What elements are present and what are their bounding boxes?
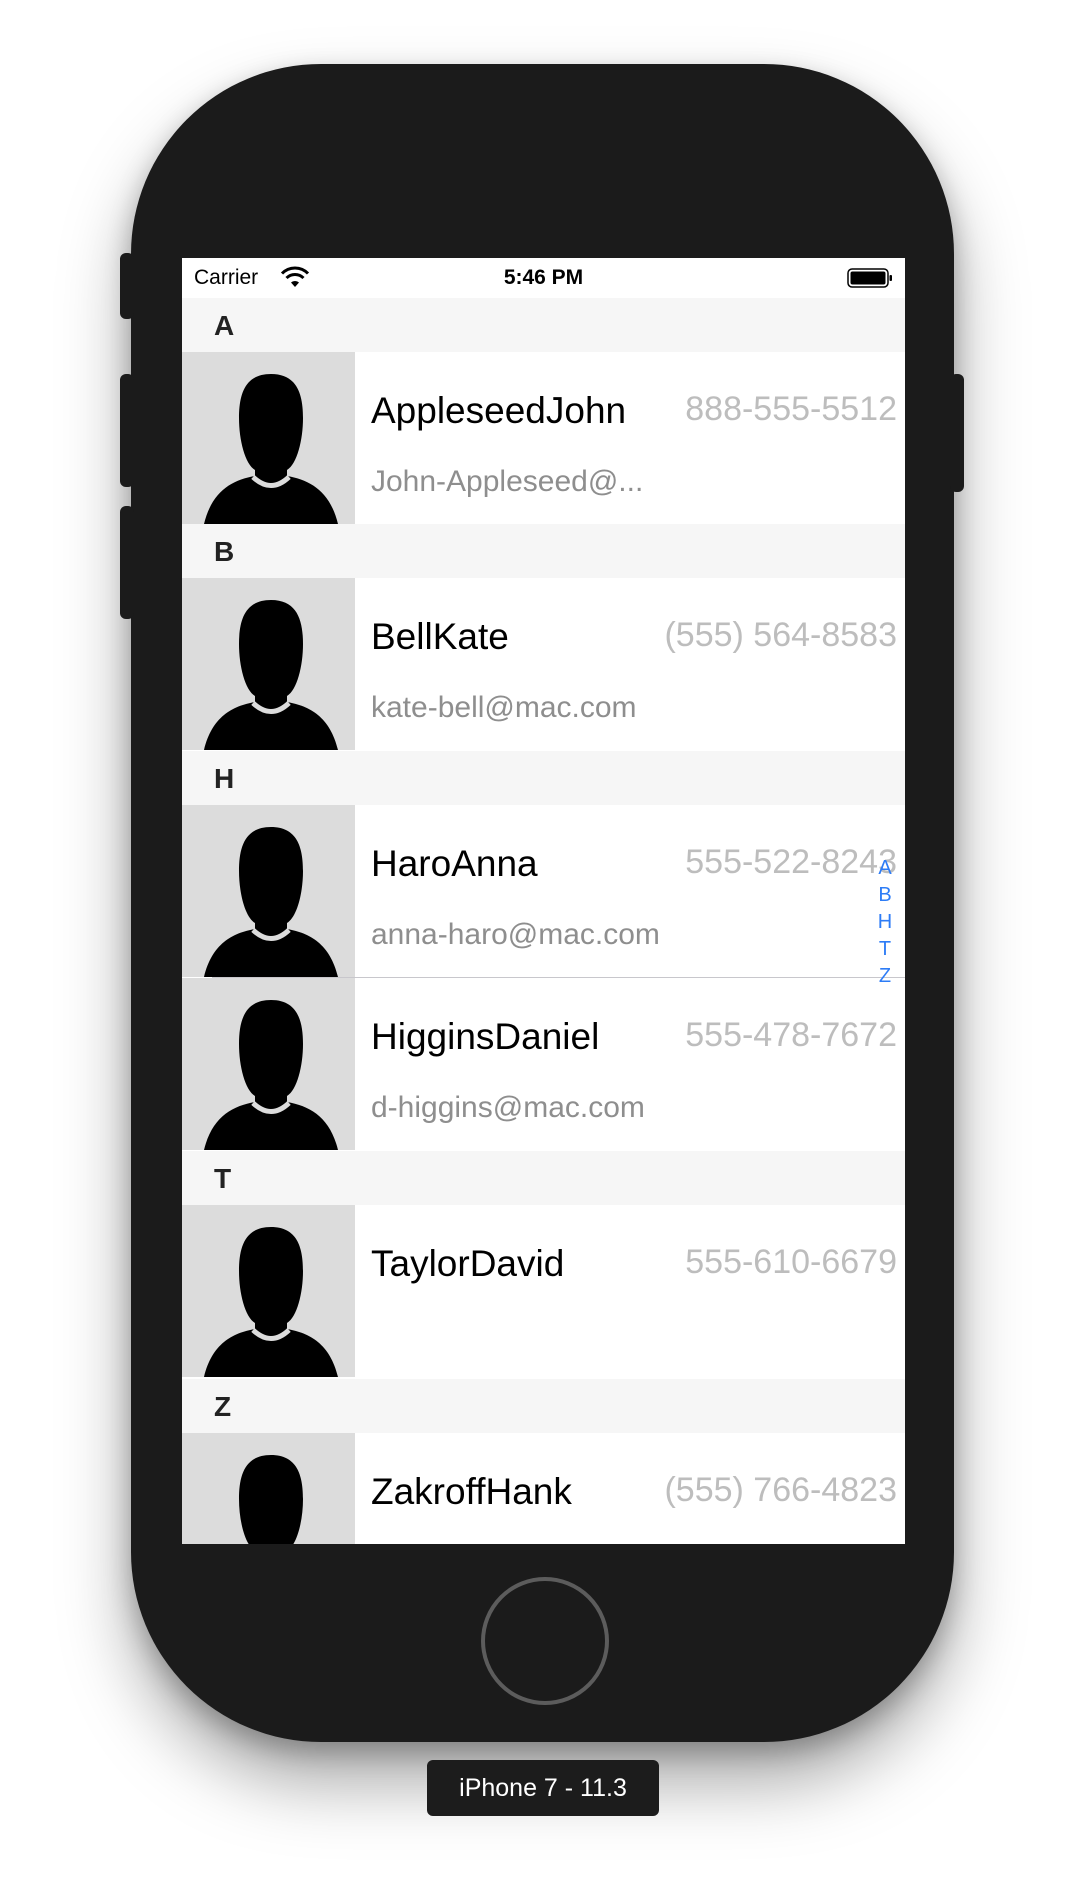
status-time: 5:46 PM (503, 266, 584, 289)
avatar (182, 978, 355, 1150)
volume-down-button (120, 506, 134, 619)
contact-name: AppleseedJohn (371, 390, 627, 431)
contact-name: HigginsDaniel (371, 1016, 600, 1057)
contact-row[interactable]: HigginsDaniel 555-478-7672 d-higgins@mac… (182, 978, 905, 1150)
index-letter-h[interactable]: H (873, 909, 897, 936)
mute-switch (120, 253, 134, 319)
person-silhouette-icon (239, 1455, 303, 1544)
contact-name: HaroAnna (371, 843, 538, 884)
section-header-b: B (182, 524, 905, 578)
contact-phone: 555-522-8243 (685, 843, 897, 881)
power-button (950, 374, 964, 492)
status-bar: Carrier 5:46 PM (182, 258, 905, 298)
section-index-bar[interactable]: A B H T Z (873, 855, 897, 990)
avatar (182, 1433, 355, 1544)
section-letter: B (214, 536, 235, 567)
contact-email: John-Appleseed@... (371, 465, 644, 498)
volume-up-button (120, 374, 134, 487)
avatar (182, 805, 355, 977)
contact-row[interactable]: ZakroffHank (555) 766-4823 (182, 1433, 905, 1544)
avatar (182, 352, 355, 524)
contact-row[interactable]: HaroAnna 555-522-8243 anna-haro@mac.com (182, 805, 905, 977)
index-letter-z[interactable]: Z (873, 963, 897, 990)
person-silhouette-icon (204, 827, 338, 977)
section-letter: T (214, 1163, 232, 1194)
contact-phone: 888-555-5512 (685, 390, 897, 428)
contact-row[interactable]: TaylorDavid 555-610-6679 (182, 1205, 905, 1377)
battery-icon (847, 268, 892, 288)
home-button[interactable] (481, 1577, 609, 1705)
contact-name: BellKate (371, 616, 509, 657)
section-header-t: T (182, 1151, 905, 1205)
section-header-a: A (182, 298, 905, 352)
screen: Carrier 5:46 PM A AppleseedJohn 888-555-… (182, 258, 905, 1544)
person-silhouette-icon (204, 374, 338, 524)
contact-row[interactable]: BellKate (555) 564-8583 kate-bell@mac.co… (182, 578, 905, 750)
device-label: iPhone 7 - 11.3 (427, 1760, 659, 1816)
section-letter: Z (214, 1391, 232, 1422)
contact-name: TaylorDavid (371, 1243, 565, 1284)
avatar (182, 578, 355, 750)
index-letter-t[interactable]: T (873, 936, 897, 963)
contact-email: anna-haro@mac.com (371, 918, 660, 951)
index-letter-a[interactable]: A (873, 855, 897, 882)
index-letter-b[interactable]: B (873, 882, 897, 909)
section-header-h: H (182, 751, 905, 805)
contact-phone: (555) 766-4823 (664, 1471, 897, 1509)
contact-phone: 555-610-6679 (685, 1243, 897, 1281)
section-header-z: Z (182, 1379, 905, 1433)
avatar (182, 1205, 355, 1377)
person-silhouette-icon (204, 1000, 338, 1150)
contact-email: kate-bell@mac.com (371, 691, 637, 724)
person-silhouette-icon (204, 1227, 338, 1377)
section-letter: A (214, 310, 235, 341)
contact-phone: (555) 564-8583 (664, 616, 897, 654)
contact-row[interactable]: AppleseedJohn 888-555-5512 John-Applesee… (182, 352, 905, 524)
contact-phone: 555-478-7672 (685, 1016, 897, 1054)
person-silhouette-icon (204, 600, 338, 750)
contact-email: d-higgins@mac.com (371, 1091, 645, 1124)
contact-name: ZakroffHank (371, 1471, 572, 1512)
section-letter: H (214, 763, 235, 794)
